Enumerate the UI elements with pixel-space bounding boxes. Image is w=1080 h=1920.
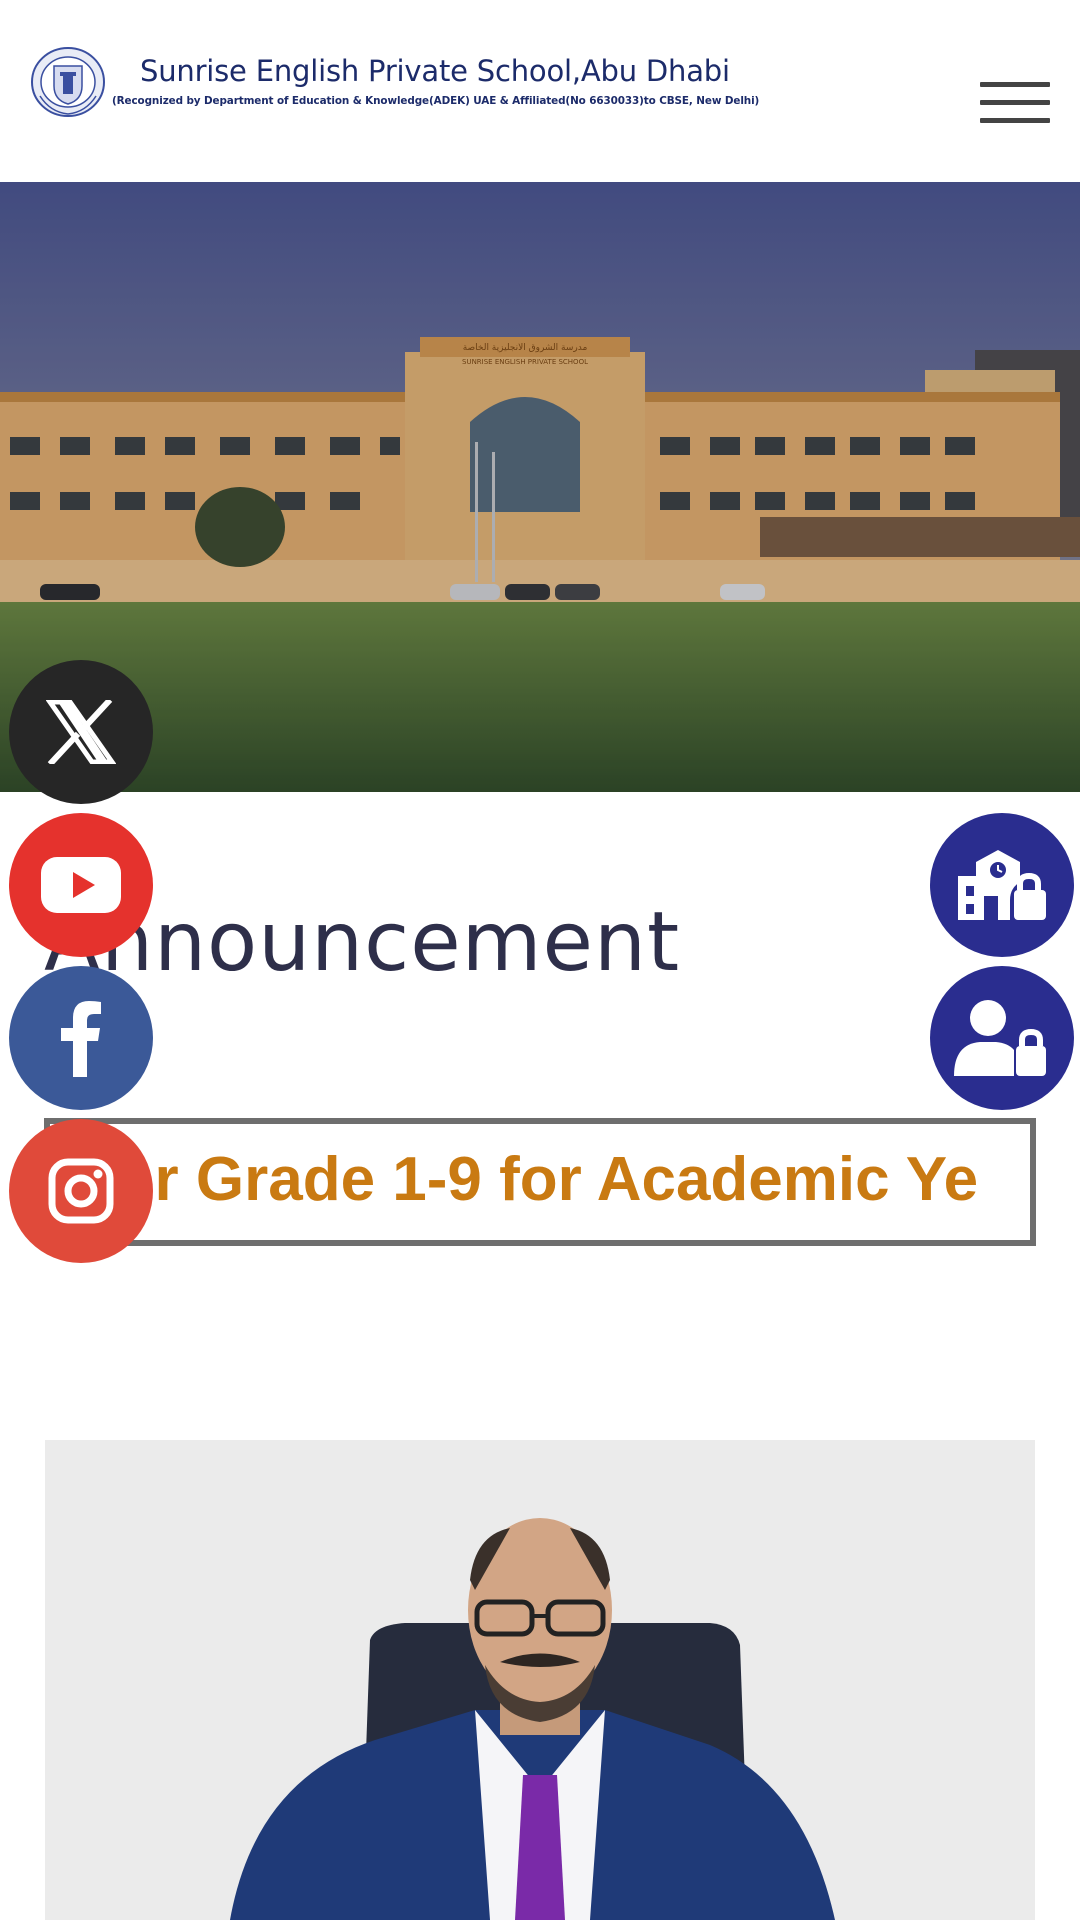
- school-accreditation: (Recognized by Department of Education &…: [112, 95, 760, 107]
- site-header: Sunrise English Private School,Abu Dhabi…: [0, 0, 1080, 182]
- school-crest-icon[interactable]: [30, 46, 106, 118]
- hamburger-menu-icon[interactable]: [980, 82, 1050, 126]
- announcement-ticker-text[interactable]: for Grade 1-9 for Academic Ye: [96, 1144, 978, 1215]
- user-lock-icon[interactable]: [930, 966, 1074, 1110]
- facebook-icon[interactable]: [9, 966, 153, 1110]
- principal-photo: [45, 1440, 1035, 1920]
- school-name: Sunrise English Private School,Abu Dhabi: [140, 54, 730, 88]
- building-sign-english: SUNRISE ENGLISH PRIVATE SCHOOL: [462, 358, 588, 366]
- youtube-icon[interactable]: [9, 813, 153, 957]
- instagram-icon[interactable]: [9, 1119, 153, 1263]
- x-twitter-icon[interactable]: [9, 660, 153, 804]
- hero-school-building-image: مدرسة الشروق الانجليزية الخاصة SUNRISE E…: [0, 182, 1080, 792]
- announcement-ticker[interactable]: for Grade 1-9 for Academic Ye: [44, 1118, 1036, 1246]
- school-lock-icon[interactable]: [930, 813, 1074, 957]
- building-sign-arabic: مدرسة الشروق الانجليزية الخاصة: [463, 343, 588, 353]
